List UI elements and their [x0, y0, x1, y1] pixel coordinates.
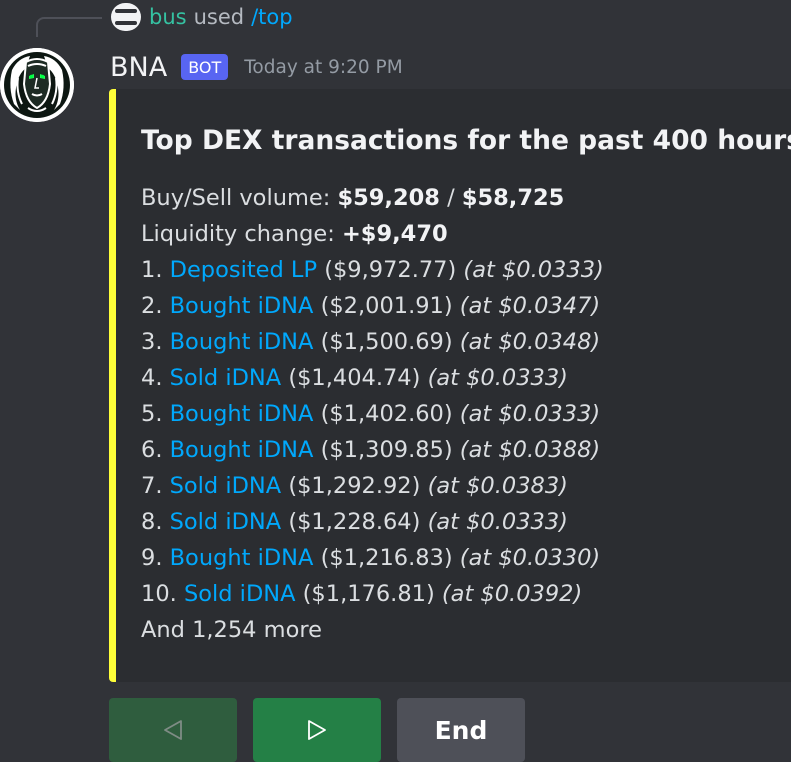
transaction-number: 6. — [141, 437, 163, 463]
end-button[interactable]: End — [397, 698, 525, 762]
transaction-item: 5. Bought iDNA ($1,402.60) (at $0.0333) — [141, 396, 604, 432]
liquidity-label: Liquidity change: — [141, 221, 342, 247]
transaction-number: 10. — [141, 581, 177, 607]
transaction-link[interactable]: Bought iDNA — [170, 329, 314, 355]
transaction-link[interactable]: Deposited LP — [170, 257, 317, 283]
volume-label: Buy/Sell volume: — [141, 185, 338, 211]
transaction-number: 7. — [141, 473, 163, 499]
transaction-number: 3. — [141, 329, 163, 355]
triangle-left-icon — [161, 718, 185, 742]
reply-username[interactable]: bus — [149, 5, 187, 29]
bot-badge: BOT — [181, 54, 229, 80]
transaction-link[interactable]: Bought iDNA — [170, 437, 314, 463]
transaction-amount: ($1,402.60) — [320, 401, 453, 427]
transaction-link[interactable]: Bought iDNA — [170, 293, 314, 319]
transaction-item: 3. Bought iDNA ($1,500.69) (at $0.0348) — [141, 324, 604, 360]
transaction-price: (at $0.0333) — [427, 365, 568, 391]
transaction-price: (at $0.0347) — [459, 293, 601, 319]
reply-command[interactable]: /top — [251, 5, 293, 29]
transaction-number: 2. — [141, 293, 163, 319]
author-name[interactable]: BNA — [110, 52, 167, 83]
transaction-item: 6. Bought iDNA ($1,309.85) (at $0.0388) — [141, 432, 604, 468]
transaction-amount: ($1,228.64) — [288, 509, 421, 535]
embed-title: Top DEX transactions for the past 400 ho… — [141, 125, 791, 156]
reply-spine — [36, 17, 102, 37]
transaction-link[interactable]: Sold iDNA — [170, 365, 282, 391]
embed: Top DEX transactions for the past 400 ho… — [109, 89, 791, 682]
transaction-item: 9. Bought iDNA ($1,216.83) (at $0.0330) — [141, 540, 604, 576]
transaction-price: (at $0.0388) — [459, 437, 601, 463]
transaction-link[interactable]: Sold iDNA — [170, 509, 282, 535]
transaction-amount: ($1,500.69) — [320, 329, 453, 355]
transaction-item: 4. Sold iDNA ($1,404.74) (at $0.0333) — [141, 360, 604, 396]
goddess-face-logo-icon — [0, 48, 74, 122]
more-count: And 1,254 more — [141, 617, 322, 643]
volume-line: Buy/Sell volume: $59,208 / $58,725 — [141, 180, 604, 216]
transaction-number: 4. — [141, 365, 163, 391]
transaction-amount: ($9,972.77) — [324, 257, 457, 283]
transaction-amount: ($1,216.83) — [320, 545, 453, 571]
transaction-amount: ($1,309.85) — [320, 437, 453, 463]
transaction-link[interactable]: Bought iDNA — [170, 545, 314, 571]
transaction-item: 2. Bought iDNA ($2,001.91) (at $0.0347) — [141, 288, 604, 324]
transaction-amount: ($1,176.81) — [302, 581, 435, 607]
transaction-item: 7. Sold iDNA ($1,292.92) (at $0.0383) — [141, 468, 604, 504]
transaction-price: (at $0.0383) — [427, 473, 568, 499]
liquidity-value: +$9,470 — [341, 221, 448, 247]
transaction-item: 8. Sold iDNA ($1,228.64) (at $0.0333) — [141, 504, 604, 540]
transaction-amount: ($1,292.92) — [288, 473, 421, 499]
transaction-price: (at $0.0333) — [463, 257, 604, 283]
buy-volume: $59,208 — [337, 185, 440, 211]
embed-description: Buy/Sell volume: $59,208 / $58,725 Liqui… — [141, 180, 604, 648]
transaction-price: (at $0.0333) — [427, 509, 568, 535]
transaction-number: 9. — [141, 545, 163, 571]
transaction-price: (at $0.0392) — [441, 581, 583, 607]
message: bus used /top BNA BOT Today at 9:20 PM T — [0, 0, 791, 762]
transaction-item: 10. Sold iDNA ($1,176.81) (at $0.0392) — [141, 576, 604, 612]
liquidity-line: Liquidity change: +$9,470 — [141, 216, 604, 252]
transaction-number: 5. — [141, 401, 163, 427]
message-timestamp[interactable]: Today at 9:20 PM — [244, 57, 402, 78]
reply-used-text: used — [193, 5, 245, 29]
transaction-number: 1. — [141, 257, 163, 283]
transaction-link[interactable]: Sold iDNA — [184, 581, 296, 607]
transaction-price: (at $0.0330) — [459, 545, 601, 571]
message-header: BNA BOT Today at 9:20 PM — [110, 47, 403, 87]
transaction-item: 1. Deposited LP ($9,972.77) (at $0.0333) — [141, 252, 604, 288]
transaction-price: (at $0.0348) — [459, 329, 601, 355]
slash-command-icon — [110, 2, 142, 32]
next-page-button[interactable] — [253, 698, 381, 762]
previous-page-button[interactable] — [109, 698, 237, 762]
transaction-price: (at $0.0333) — [459, 401, 601, 427]
transaction-link[interactable]: Bought iDNA — [170, 401, 314, 427]
command-reply-line[interactable]: bus used /top — [110, 2, 293, 32]
transaction-link[interactable]: Sold iDNA — [170, 473, 282, 499]
transaction-amount: ($1,404.74) — [288, 365, 421, 391]
transaction-number: 8. — [141, 509, 163, 535]
avatar[interactable] — [0, 48, 74, 122]
sell-volume: $58,725 — [461, 185, 565, 211]
volume-separator: / — [439, 185, 462, 211]
transaction-amount: ($2,001.91) — [320, 293, 453, 319]
triangle-right-icon — [305, 718, 329, 742]
